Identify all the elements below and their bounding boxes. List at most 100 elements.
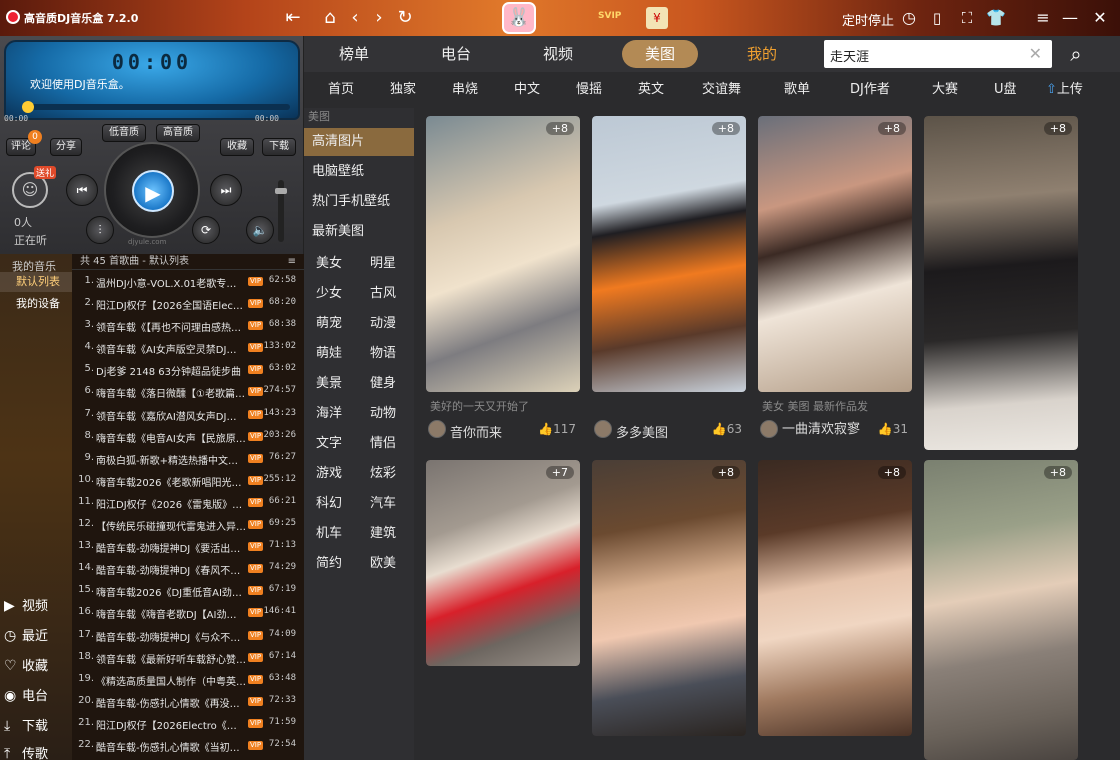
back-icon[interactable]: ‹ <box>346 6 364 30</box>
mini-mode-icon[interactable]: ⇤ <box>282 6 304 30</box>
equalizer-icon[interactable]: ⫶ <box>86 216 114 244</box>
tab-video[interactable]: 视频 <box>528 40 588 68</box>
picture-thumbnail[interactable] <box>758 460 912 736</box>
alarm-clock-icon[interactable]: ◷ <box>898 6 920 30</box>
progress-knob[interactable] <box>22 101 34 113</box>
picture-thumbnail[interactable] <box>758 116 912 392</box>
avatar[interactable] <box>594 420 612 438</box>
sidebar-item-default-list[interactable]: 默认列表 <box>0 272 72 292</box>
subnav-item[interactable]: U盘 <box>994 78 1017 97</box>
sidebar-item-recent[interactable]: ◷ 最近 <box>4 624 70 648</box>
repeat-icon[interactable]: ⟳ <box>192 216 220 244</box>
search-input[interactable]: 走天涯 ✕ <box>824 40 1052 68</box>
category-tag[interactable]: 明星 <box>370 252 396 271</box>
category-tag[interactable]: 美景 <box>316 372 342 391</box>
picture-card[interactable]: +7 <box>426 460 580 666</box>
subnav-item[interactable]: 大赛 <box>932 78 958 97</box>
picture-card[interactable]: +8 多多美图 👍63 <box>592 116 746 446</box>
like-count[interactable]: 👍31 <box>878 422 908 436</box>
refresh-icon[interactable]: ↻ <box>394 6 416 30</box>
next-track-icon[interactable]: ⏭ <box>210 174 242 206</box>
picture-thumbnail[interactable] <box>592 460 746 736</box>
playlist-row[interactable]: 20. 酷音车载-伤感扎心情歌《再没… VIP 72:33 <box>72 690 304 712</box>
category-tag[interactable]: 古风 <box>370 282 396 301</box>
category-tag[interactable]: 汽车 <box>370 492 396 511</box>
playlist-row[interactable]: 22. 酷音车载-伤感扎心情歌《当初… VIP 72:54 <box>72 734 304 756</box>
playlist-row[interactable]: 14. 酷音车载-劲嗨提神DJ《春风不… VIP 74:29 <box>72 557 304 579</box>
playlist-row[interactable]: 2. 阳江DJ权仔【2026全国语Electro VIP 68:20 <box>72 292 304 314</box>
category-tag[interactable]: 海洋 <box>316 402 342 421</box>
timer-stop-button[interactable]: 定时停止 <box>842 10 894 29</box>
coupon-icon[interactable]: ¥ <box>646 7 668 29</box>
download-button[interactable]: 下载 <box>262 138 296 156</box>
playlist-row[interactable]: 11. 阳江DJ权仔《2026《雷鬼版》享… VIP 66:21 <box>72 491 304 513</box>
playlist-row[interactable]: 12. 【传统民乐碰撞现代雷鬼进入异… VIP 69:25 <box>72 513 304 535</box>
sidebar-item-video[interactable]: ▶ 视频 <box>4 594 70 618</box>
category-tag[interactable]: 萌娃 <box>316 342 342 361</box>
playlist-row[interactable]: 18. 领音车载《最新好听车载舒心赞… VIP 67:14 <box>72 646 304 668</box>
volume-knob[interactable] <box>275 188 287 194</box>
category-hd-pictures[interactable]: 高清图片 <box>304 128 414 156</box>
playlist-menu-icon[interactable]: ≡ <box>288 254 296 270</box>
author-name[interactable]: 多多美图 <box>616 422 668 441</box>
search-icon[interactable]: ⌕ <box>1060 38 1092 70</box>
playlist-row[interactable]: 15. 嗨音车载2026《DJ重低音AI劲嗨… VIP 67:19 <box>72 579 304 601</box>
category-tag[interactable]: 美女 <box>316 252 342 271</box>
sidebar-item-radio[interactable]: ◉ 电台 <box>4 684 70 708</box>
category-tag[interactable]: 动物 <box>370 402 396 421</box>
subnav-upload[interactable]: ⇧上传 <box>1046 78 1083 97</box>
previous-track-icon[interactable]: ⏮ <box>66 174 98 206</box>
tab-mine[interactable]: 我的 <box>732 40 792 68</box>
category-phone-wallpaper[interactable]: 热门手机壁纸 <box>304 188 414 216</box>
picture-card[interactable]: +8 美女 美图 最新作品发 一曲清欢寂寥 👍31 <box>758 116 912 456</box>
playlist-row[interactable]: 19. 《精选高质量国人制作（中粤英… VIP 63:48 <box>72 668 304 690</box>
svip-badge[interactable]: SVIP <box>598 11 621 21</box>
subnav-item[interactable]: 交谊舞 <box>702 78 741 97</box>
picture-thumbnail[interactable] <box>426 460 580 666</box>
playlist-row[interactable]: 5. Dj老爹 2148 63分钟超品徒步曲 VIP 63:02 <box>72 358 304 380</box>
minimize-icon[interactable]: — <box>1060 6 1080 30</box>
picture-card[interactable]: +8 <box>924 460 1078 760</box>
collect-button[interactable]: 收藏 <box>220 138 254 156</box>
close-icon[interactable]: ✕ <box>1090 6 1110 30</box>
playlist-row[interactable]: 10. 嗨音车载2026《老歌新唱阳光… VIP 255:12 <box>72 469 304 491</box>
menu-icon[interactable]: ≡ <box>1032 6 1054 30</box>
playlist-row[interactable]: 16. 嗨音车载《嗨音老歌DJ【AI劲… VIP 146:41 <box>72 601 304 623</box>
category-tag[interactable]: 简约 <box>316 552 342 571</box>
playlist-row[interactable]: 21. 阳江DJ权仔【2026Electro《中… VIP 71:59 <box>72 712 304 734</box>
subnav-item[interactable]: 首页 <box>328 78 354 97</box>
clear-icon[interactable]: ✕ <box>1029 44 1042 63</box>
sidebar-item-transfer[interactable]: ⤒ 传歌 <box>4 742 70 760</box>
category-tag[interactable]: 炫彩 <box>370 462 396 481</box>
tab-radio[interactable]: 电台 <box>426 40 486 68</box>
category-tag[interactable]: 物语 <box>370 342 396 361</box>
author-name[interactable]: 一曲清欢寂寥 <box>782 422 868 437</box>
category-tag[interactable]: 欧美 <box>370 552 396 571</box>
category-tag[interactable]: 动漫 <box>370 312 396 331</box>
subnav-item[interactable]: 中文 <box>514 78 540 97</box>
share-button[interactable]: 分享 <box>50 138 82 156</box>
playlist-row[interactable]: 9. 南极白狐-新歌+精选热播中文舞… VIP 76:27 <box>72 447 304 469</box>
play-button[interactable]: ▶ <box>132 170 174 212</box>
category-tag[interactable]: 健身 <box>370 372 396 391</box>
picture-card[interactable]: +8 <box>924 116 1078 450</box>
picture-card[interactable]: +8 <box>758 460 912 736</box>
category-tag[interactable]: 游戏 <box>316 462 342 481</box>
like-count[interactable]: 👍63 <box>712 422 742 436</box>
remote-icon[interactable]: ⛶ <box>956 6 978 30</box>
playlist-row[interactable]: 7. 领音车载《嘉欣AI潜风女声DJ新… VIP 143:23 <box>72 403 304 425</box>
progress-bar[interactable] <box>22 101 290 113</box>
sidebar-item-favorites[interactable]: ♡ 收藏 <box>4 654 70 678</box>
subnav-item[interactable]: DJ作者 <box>850 78 890 97</box>
category-tag[interactable]: 建筑 <box>370 522 396 541</box>
category-tag[interactable]: 文字 <box>316 432 342 451</box>
picture-thumbnail[interactable] <box>924 116 1078 450</box>
gift-badge[interactable]: 送礼 <box>34 166 57 179</box>
phone-icon[interactable]: ▯ <box>928 6 946 30</box>
picture-thumbnail[interactable] <box>426 116 580 392</box>
tab-charts[interactable]: 榜单 <box>324 40 384 68</box>
playlist-row[interactable]: 1. 温州DJ小意-VOL.X.01老歌专辑… VIP 62:58 <box>72 270 304 292</box>
volume-icon[interactable]: 🔈 <box>246 216 274 244</box>
playlist-row[interactable]: 8. 嗨音车载《电音AI女声【民旅原… VIP 203:26 <box>72 425 304 447</box>
subnav-item[interactable]: 慢摇 <box>576 78 602 97</box>
